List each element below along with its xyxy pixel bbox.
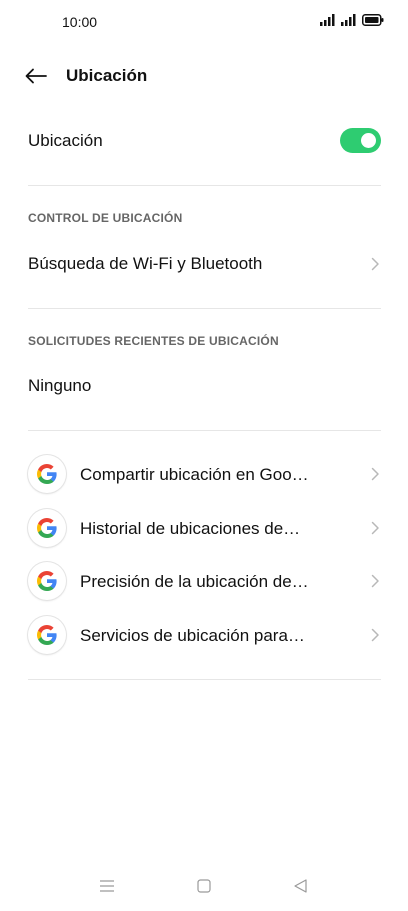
status-bar: 10:00 xyxy=(0,0,408,44)
signal-icon-2 xyxy=(341,14,356,26)
status-time: 10:00 xyxy=(62,14,98,30)
divider xyxy=(28,679,381,680)
signal-icon xyxy=(320,14,335,26)
toggle-knob xyxy=(361,133,376,148)
divider xyxy=(28,308,381,309)
recent-requests-empty: Ninguno xyxy=(0,362,408,408)
back-triangle-icon[interactable] xyxy=(292,878,310,894)
google-service-label: Servicios de ubicación para… xyxy=(80,626,305,645)
chevron-right-icon xyxy=(371,628,379,642)
google-service-label: Compartir ubicación en Goo… xyxy=(80,465,309,484)
chevron-right-icon xyxy=(371,521,379,535)
google-icon xyxy=(28,455,66,493)
chevron-right-icon xyxy=(371,574,379,588)
chevron-right-icon xyxy=(371,257,379,271)
divider xyxy=(28,430,381,431)
home-icon[interactable] xyxy=(195,878,213,894)
section-header-recent: SOLICITUDES RECIENTES DE UBICACIÓN xyxy=(28,334,279,348)
system-nav-bar xyxy=(0,868,408,904)
back-arrow-icon xyxy=(25,68,47,84)
recent-requests-empty-text: Ninguno xyxy=(28,376,92,395)
back-button[interactable] xyxy=(22,62,50,90)
status-icons xyxy=(320,14,384,26)
google-icon xyxy=(28,616,66,654)
app-header: Ubicación xyxy=(0,52,408,100)
wifi-bluetooth-scan-label: Búsqueda de Wi-Fi y Bluetooth xyxy=(28,254,263,273)
battery-icon xyxy=(362,14,384,26)
google-service-label: Historial de ubicaciones de… xyxy=(80,519,301,538)
google-icon xyxy=(28,509,66,547)
google-service-label: Precisión de la ubicación de… xyxy=(80,572,309,591)
menu-icon[interactable] xyxy=(98,878,116,894)
page-title: Ubicación xyxy=(66,66,148,85)
settings-screen: 10:00 Ubicación Ubicación CONTROL DE UBI… xyxy=(0,0,408,911)
location-toggle-switch[interactable] xyxy=(340,128,381,153)
wifi-bluetooth-scan-row[interactable]: Búsqueda de Wi-Fi y Bluetooth xyxy=(0,240,408,288)
location-toggle-label: Ubicación xyxy=(28,131,103,150)
google-service-row[interactable]: Servicios de ubicación para… xyxy=(0,609,408,661)
google-service-row[interactable]: Compartir ubicación en Goo… xyxy=(0,448,408,500)
chevron-right-icon xyxy=(371,467,379,481)
divider xyxy=(28,185,381,186)
google-icon xyxy=(28,562,66,600)
google-service-row[interactable]: Precisión de la ubicación de… xyxy=(0,555,408,607)
google-service-row[interactable]: Historial de ubicaciones de… xyxy=(0,502,408,554)
section-header-control: CONTROL DE UBICACIÓN xyxy=(28,211,183,225)
